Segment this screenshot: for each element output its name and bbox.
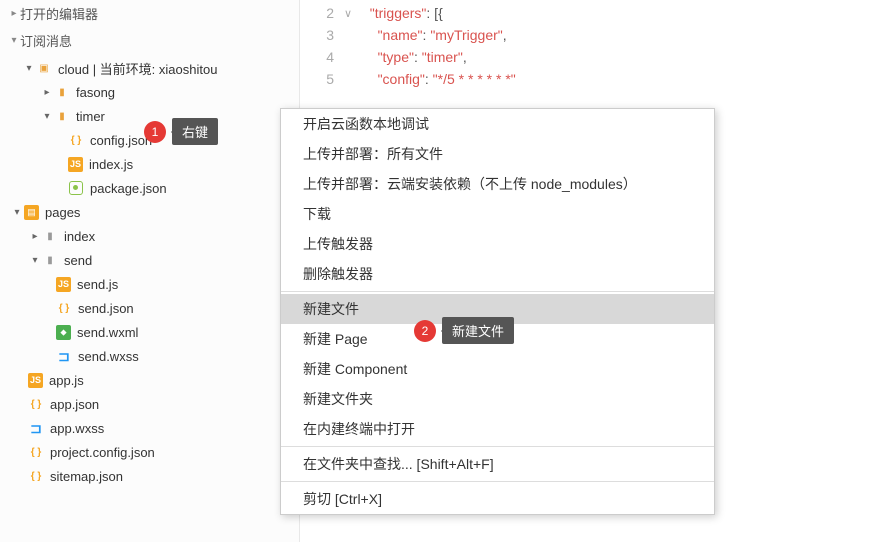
cloud-folder-icon: ▣ — [36, 60, 52, 76]
context-menu-item[interactable]: 下载 — [281, 199, 714, 229]
fold-icon[interactable]: ∨ — [344, 7, 362, 20]
wxss-icon: ⊐ — [28, 420, 44, 436]
code-line[interactable]: 2∨ "triggers": [{ — [300, 2, 883, 24]
code-line[interactable]: 3 "name": "myTrigger", — [300, 24, 883, 46]
open-editors-label: 打开的编辑器 — [20, 4, 98, 23]
menu-separator — [281, 446, 714, 447]
json-icon: { } — [28, 444, 44, 460]
file-send-json[interactable]: { }send.json — [0, 296, 299, 320]
folder-pages[interactable]: ▾▤pages — [0, 200, 299, 224]
open-editors-header[interactable]: ▸ 打开的编辑器 — [0, 0, 299, 27]
file-sitemap-json[interactable]: { }sitemap.json — [0, 464, 299, 488]
file-app-wxss[interactable]: ⊐app.wxss — [0, 416, 299, 440]
js-icon: JS — [28, 373, 43, 388]
folder-icon: ▮ — [42, 252, 58, 268]
chevron-right-icon: ▸ — [8, 8, 20, 19]
chevron-down-icon: ▾ — [8, 35, 20, 46]
npm-icon — [68, 180, 84, 196]
code-line[interactable]: 4 "type": "timer", — [300, 46, 883, 68]
menu-separator — [281, 481, 714, 482]
context-menu-item[interactable]: 在文件夹中查找... [Shift+Alt+F] — [281, 449, 714, 479]
chevron-down-icon: ▾ — [40, 111, 54, 122]
annotation-2: 2 新建文件 — [414, 317, 514, 344]
json-icon: { } — [28, 396, 44, 412]
folder-cloud[interactable]: ▾▣cloud | 当前环境: xiaoshitou — [0, 56, 299, 80]
line-number: 4 — [300, 49, 344, 65]
context-menu-item[interactable]: 在内建终端中打开 — [281, 414, 714, 444]
line-number: 5 — [300, 71, 344, 87]
chevron-down-icon: ▾ — [22, 63, 36, 74]
file-package-json[interactable]: package.json — [0, 176, 299, 200]
json-icon: { } — [56, 300, 72, 316]
project-label: 订阅消息 — [20, 31, 72, 50]
file-index-js[interactable]: JSindex.js — [0, 152, 299, 176]
json-icon: { } — [28, 468, 44, 484]
context-menu-item[interactable]: 上传触发器 — [281, 229, 714, 259]
context-menu-item[interactable]: 剪切 [Ctrl+X] — [281, 484, 714, 514]
file-project-config[interactable]: { }project.config.json — [0, 440, 299, 464]
context-menu-item[interactable]: 新建 Component — [281, 354, 714, 384]
pages-folder-icon: ▤ — [24, 205, 39, 220]
folder-send[interactable]: ▾▮send — [0, 248, 299, 272]
js-icon: JS — [56, 277, 71, 292]
annotation-tooltip: 新建文件 — [442, 317, 514, 344]
js-icon: JS — [68, 157, 83, 172]
file-app-json[interactable]: { }app.json — [0, 392, 299, 416]
chevron-down-icon: ▾ — [10, 207, 24, 218]
context-menu-item[interactable]: 上传并部署：所有文件 — [281, 139, 714, 169]
code-content: "config": "*/5 * * * * * *" — [362, 71, 516, 87]
chevron-down-icon: ▾ — [28, 255, 42, 266]
folder-icon: ▮ — [54, 84, 70, 100]
file-send-wxss[interactable]: ⊐send.wxss — [0, 344, 299, 368]
file-app-js[interactable]: JSapp.js — [0, 368, 299, 392]
file-explorer: ▸ 打开的编辑器 ▾ 订阅消息 ▾▣cloud | 当前环境: xiaoshit… — [0, 0, 300, 542]
wxml-icon: ⬥ — [56, 325, 71, 340]
line-number: 3 — [300, 27, 344, 43]
line-number: 2 — [300, 5, 344, 21]
chevron-right-icon: ▸ — [28, 231, 42, 242]
annotation-badge: 2 — [414, 320, 436, 342]
context-menu: 开启云函数本地调试上传并部署：所有文件上传并部署：云端安装依赖（不上传 node… — [280, 108, 715, 515]
annotation-tooltip: 右键 — [172, 118, 218, 145]
code-content: "name": "myTrigger", — [362, 27, 507, 43]
code-content: "triggers": [{ — [362, 5, 443, 21]
code-content: "type": "timer", — [362, 49, 467, 65]
context-menu-item[interactable]: 开启云函数本地调试 — [281, 109, 714, 139]
file-send-wxml[interactable]: ⬥send.wxml — [0, 320, 299, 344]
annotation-badge: 1 — [144, 121, 166, 143]
context-menu-item[interactable]: 上传并部署：云端安装依赖（不上传 node_modules） — [281, 169, 714, 199]
annotation-1: 1 右键 — [144, 118, 218, 145]
project-header[interactable]: ▾ 订阅消息 — [0, 27, 299, 54]
code-line[interactable]: 5 "config": "*/5 * * * * * *" — [300, 68, 883, 90]
menu-separator — [281, 291, 714, 292]
folder-index[interactable]: ▸▮index — [0, 224, 299, 248]
wxss-icon: ⊐ — [56, 348, 72, 364]
folder-icon: ▮ — [54, 108, 70, 124]
json-icon: { } — [68, 132, 84, 148]
context-menu-item[interactable]: 新建文件夹 — [281, 384, 714, 414]
folder-icon: ▮ — [42, 228, 58, 244]
chevron-right-icon: ▸ — [40, 87, 54, 98]
folder-fasong[interactable]: ▸▮fasong — [0, 80, 299, 104]
context-menu-item[interactable]: 删除触发器 — [281, 259, 714, 289]
file-send-js[interactable]: JSsend.js — [0, 272, 299, 296]
